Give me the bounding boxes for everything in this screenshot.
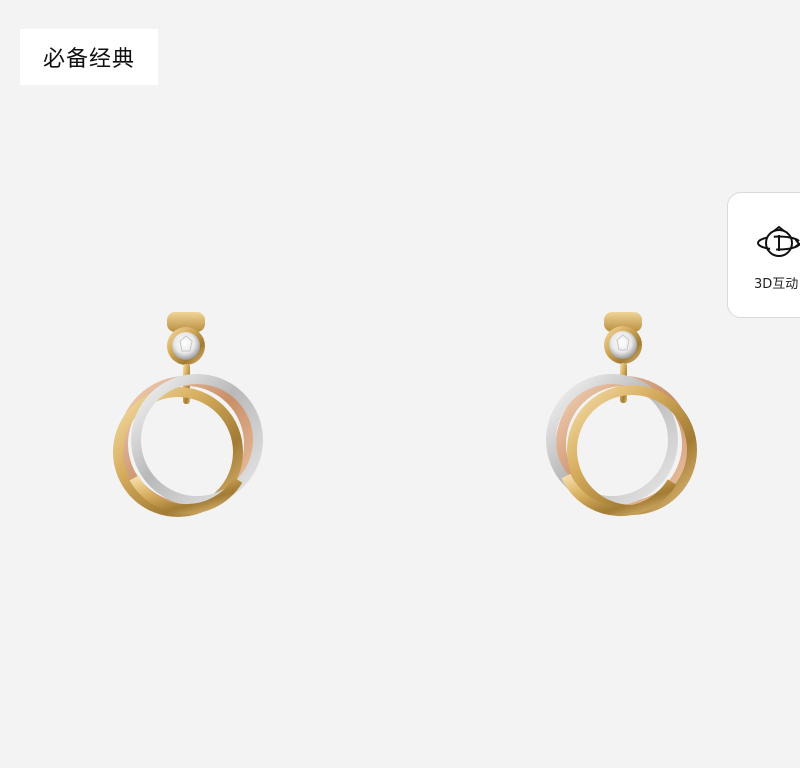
product-image — [113, 312, 697, 517]
left-earring — [113, 312, 263, 517]
right-earring — [546, 312, 697, 517]
